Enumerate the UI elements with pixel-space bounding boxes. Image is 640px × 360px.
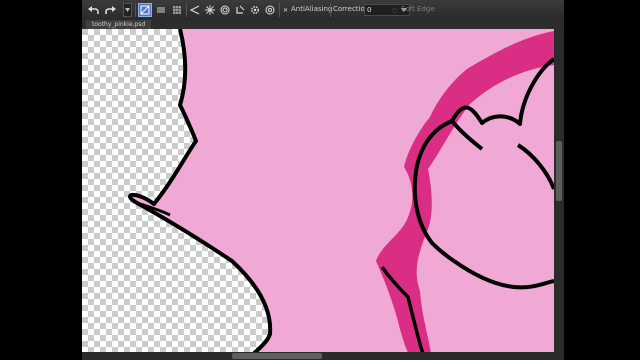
gear-icon[interactable] [248, 3, 261, 17]
left-black-border [0, 0, 82, 360]
check-icon: ✕ [282, 6, 289, 14]
circle-target-icon[interactable] [218, 3, 231, 17]
toolbar-separator [135, 3, 136, 17]
correction-value: 0 [367, 6, 372, 14]
artwork [82, 29, 554, 360]
right-black-border [564, 0, 640, 360]
antialiasing-label: AntiAliasing [291, 5, 333, 13]
dropdown-icon[interactable] [123, 3, 132, 17]
drawing-canvas[interactable] [82, 29, 554, 360]
soft-edge-label: Soft Edge [401, 5, 435, 13]
redo-icon[interactable] [103, 3, 119, 17]
lasso-icon[interactable] [188, 3, 201, 17]
vertical-scrollbar[interactable] [554, 29, 564, 360]
antialiasing-checkbox[interactable]: ✕ [282, 3, 289, 17]
toolbar-separator [330, 3, 331, 17]
grid-mode-icon[interactable] [170, 3, 184, 17]
toolbar: ✕ AntiAliasing Correction 0 ○ Soft Edge [82, 0, 564, 21]
selection-mode-icon[interactable] [138, 3, 152, 17]
undo-icon[interactable] [85, 3, 101, 17]
toolbar-separator [279, 3, 280, 17]
document-tab-bar: toothy_pinkie.psd [82, 20, 564, 29]
starburst-icon[interactable] [203, 3, 216, 17]
toolbar-separator [186, 3, 187, 17]
document-tab[interactable]: toothy_pinkie.psd [86, 20, 152, 29]
fill-icon[interactable] [233, 3, 246, 17]
horizontal-scrollbar[interactable] [82, 352, 554, 360]
soft-edge-checkbox[interactable]: ○ [391, 3, 398, 17]
vertical-scroll-thumb[interactable] [556, 141, 562, 201]
horizontal-scroll-thumb[interactable] [232, 353, 322, 359]
layers-mode-icon[interactable] [154, 3, 168, 17]
settings-icon[interactable] [263, 3, 276, 17]
radio-icon: ○ [391, 6, 398, 14]
